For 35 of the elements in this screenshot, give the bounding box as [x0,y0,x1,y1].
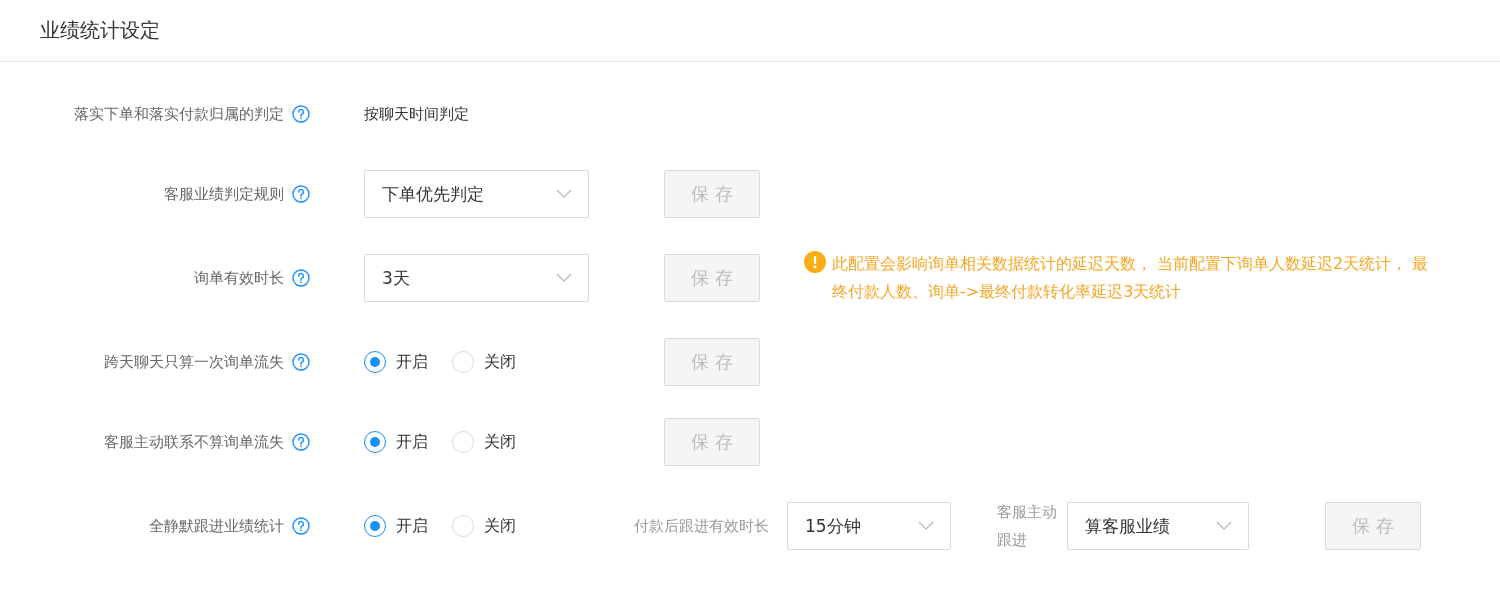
caret-icon [556,189,572,199]
help-icon[interactable] [292,269,310,287]
warning-icon [804,251,826,273]
setting-label: 落实下单和落实付款归属的判定 [74,104,284,124]
radio-option[interactable]: 关闭 [452,351,516,373]
help-icon[interactable] [292,185,310,203]
dropdown[interactable]: 3天 [364,254,589,302]
help-icon[interactable] [292,433,310,451]
dropdown[interactable]: 下单优先判定 [364,170,589,218]
field-label: 客服主动跟进 [997,502,1058,551]
radio-circle[interactable] [364,515,386,537]
help-icon[interactable] [292,105,310,123]
dropdown[interactable]: 算客服业绩 [1067,502,1249,550]
setting-label: 全静默跟进业绩统计 [149,516,284,536]
page-title: 业绩统计设定 [40,17,160,44]
radio-circle[interactable] [364,351,386,373]
caret-icon [918,521,934,531]
notice-text: 此配置会影响询单相关数据统计的延迟天数， 当前配置下询单人数延迟2天统计， 最终付款人数、询单->最终付款转化率延迟3天统计 [832,253,1430,303]
help-icon[interactable] [292,353,310,371]
setting-label: 客服业绩判定规则 [164,184,284,204]
radio-option[interactable]: 开启 [364,515,428,537]
radio-option[interactable]: 开启 [364,431,428,453]
radio-option[interactable]: 开启 [364,351,428,373]
field-label: 付款后跟进有效时长 [634,516,769,536]
setting-label: 询单有效时长 [194,268,284,288]
radio-option[interactable]: 关闭 [452,431,516,453]
setting-label: 跨天聊天只算一次询单流失 [104,352,284,372]
caret-icon [1216,521,1232,531]
setting-label: 客服主动联系不算询单流失 [104,432,284,452]
radio-option[interactable]: 关闭 [452,515,516,537]
help-icon[interactable] [292,517,310,535]
dropdown[interactable]: 15分钟 [787,502,951,550]
setting-value: 按聊天时间判定 [364,104,469,124]
caret-icon [556,273,572,283]
radio-circle[interactable] [364,431,386,453]
